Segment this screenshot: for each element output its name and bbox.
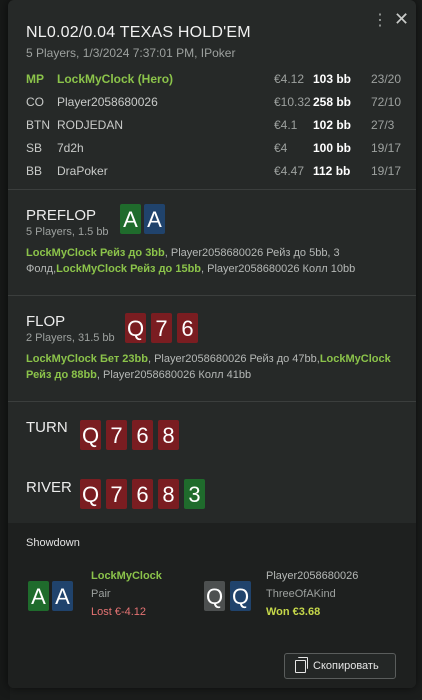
playing-card: A: [52, 581, 73, 611]
showdown-player-name: LockMyClock: [91, 570, 162, 582]
player-stats: 23/20: [371, 72, 402, 86]
playing-card: Q: [80, 420, 101, 450]
player-name: DraPoker: [57, 164, 108, 178]
hero-action: LockMyClock Рейз до 15bb: [56, 263, 202, 275]
showdown-result: Won €3.68: [266, 606, 321, 618]
hero-action: LockMyClock Бет 23bb: [26, 353, 148, 365]
divider: [8, 189, 416, 190]
playing-card: 8: [158, 420, 179, 450]
playing-card: Q: [80, 479, 101, 509]
player-name: RODJEDAN: [57, 118, 124, 132]
street-name-flop: FLOP: [26, 313, 66, 330]
action-text: , Player2058680026 Колл 10bb: [201, 263, 356, 275]
player-stack-bb: 100 bb: [313, 141, 352, 155]
playing-card: 6: [132, 479, 153, 509]
divider: [8, 295, 416, 296]
playing-card: 7: [106, 479, 127, 509]
showdown-result: Lost €-4.12: [91, 606, 147, 618]
action-text: , Player2058680026 Колл 41bb: [96, 369, 252, 381]
playing-card: A: [28, 581, 49, 611]
hero-action: LockMyClock Рейз до 3bb: [26, 247, 165, 259]
player-position: MP: [26, 72, 44, 86]
playing-card: 8: [158, 479, 179, 509]
playing-card: 6: [132, 420, 153, 450]
playing-card: 6: [177, 313, 198, 343]
player-position: CO: [26, 95, 44, 109]
playing-card: Q: [125, 313, 146, 343]
player-stack-bb: 112 bb: [313, 164, 351, 178]
close-icon[interactable]: ✕: [394, 9, 409, 30]
player-row: BTN RODJEDAN €4.1 102 bb 27/3: [26, 118, 406, 136]
playing-card: A: [120, 204, 141, 234]
playing-card: A: [144, 204, 165, 234]
hand-header: NL0.02/0.04 TEXAS HOLD'EM 5 Players, 1/3…: [8, 0, 416, 190]
player-name: Player2058680026: [57, 95, 158, 109]
street-sub-preflop: 5 Players, 1.5 bb: [26, 226, 109, 238]
showdown-hand-rank: Pair: [91, 588, 111, 600]
playing-card: 7: [151, 313, 172, 343]
player-position: SB: [26, 141, 43, 155]
player-stats: 72/10: [371, 95, 402, 109]
showdown-hand-rank: ThreeOfAKind: [266, 588, 336, 600]
player-stack-bb: 102 bb: [313, 118, 352, 132]
player-position: BB: [26, 164, 43, 178]
copy-icon-front: [295, 660, 306, 673]
player-name: LockMyClock (Hero): [57, 72, 174, 86]
showdown-player-name: Player2058680026: [266, 570, 359, 582]
playing-card: 7: [106, 420, 127, 450]
actions-preflop: LockMyClock Рейз до 3bb , Player205868002…: [26, 245, 398, 277]
player-stack-money: €4.47: [274, 164, 305, 178]
player-name: 7d2h: [57, 141, 84, 155]
actions-flop: LockMyClock Бет 23bb, Player2058680026 Р…: [26, 351, 398, 383]
hand-subtitle: 5 Players, 1/3/2024 7:37:01 PM, IPoker: [26, 46, 236, 60]
copy-button-label: Скопировать: [313, 660, 379, 672]
player-stats: 19/17: [371, 164, 402, 178]
street-sub-flop: 2 Players, 31.5 bb: [26, 332, 115, 344]
action-text: , Player2058680026 Рейз до 47bb,: [147, 353, 320, 365]
hand-title: NL0.02/0.04 TEXAS HOLD'EM: [26, 24, 251, 41]
player-stats: 19/17: [371, 141, 402, 155]
player-stack-bb: 258 bb: [313, 95, 352, 109]
player-row: BB DraPoker €4.47 112 bb 19/17: [26, 164, 406, 182]
player-row: CO Player2058680026 €10.32 258 bb 72/10: [26, 95, 406, 113]
player-stack-money: €10.32: [274, 95, 311, 109]
hand-history-popup: NL0.02/0.04 TEXAS HOLD'EM 5 Players, 1/3…: [8, 0, 416, 688]
playing-card: 3: [184, 479, 205, 509]
divider: [8, 401, 416, 402]
showdown-section: Showdown LockMyClock Pair Lost €-4.12 Pl…: [8, 523, 416, 688]
player-stack-money: €4.1: [274, 118, 298, 132]
player-stack-money: €4: [274, 141, 288, 155]
kebab-menu-icon[interactable]: ⋮: [372, 10, 388, 30]
player-row: SB 7d2h €4 100 bb 19/17: [26, 141, 406, 159]
player-position: BTN: [26, 118, 50, 132]
player-stack-money: €4.12: [274, 72, 305, 86]
street-name-river: RIVER: [26, 479, 72, 496]
copy-button[interactable]: Скопировать: [284, 653, 396, 679]
playing-card: Q: [204, 581, 225, 611]
player-stats: 27/3: [371, 118, 395, 132]
player-row: MP LockMyClock (Hero) €4.12 103 bb 23/20: [26, 72, 406, 90]
street-name-preflop: PREFLOP: [26, 207, 97, 224]
street-name-turn: TURN: [26, 419, 68, 436]
player-stack-bb: 103 bb: [313, 72, 352, 86]
showdown-title: Showdown: [26, 537, 80, 549]
playing-card: Q: [230, 581, 251, 611]
